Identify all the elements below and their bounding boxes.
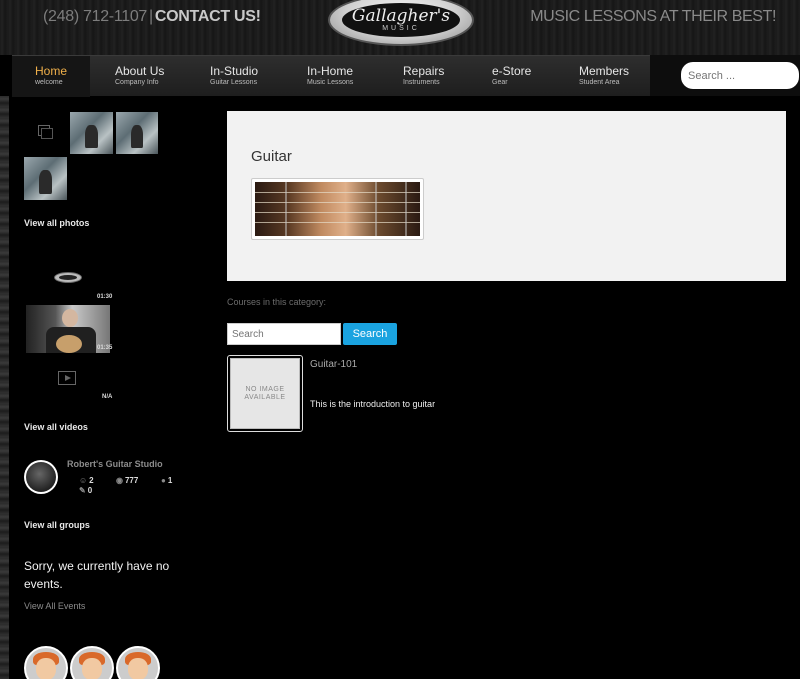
views-count: 777 — [124, 476, 139, 485]
comments-count: 1 — [167, 476, 173, 485]
eye-icon: ◉ — [116, 476, 123, 485]
comment-icon: ● — [161, 476, 166, 485]
contact-phone[interactable]: (248) 712-1107 | CONTACT US! — [43, 8, 261, 26]
nav-label: Home — [35, 64, 68, 78]
member-avatar[interactable] — [116, 646, 160, 679]
video-duration: 01:30 — [97, 294, 113, 300]
nav-item-e-store[interactable]: e-Store Gear — [492, 56, 562, 97]
group-views-stat: ◉ 777 — [116, 476, 138, 485]
nav-sublabel: Company Info — [115, 79, 159, 86]
nav-sublabel: Gear — [492, 79, 508, 86]
view-all-photos-link[interactable]: View all photos — [24, 218, 89, 228]
pencil-icon: ✎ — [79, 486, 86, 495]
members-icon: ☺ — [79, 476, 88, 485]
nav-sublabel: welcome — [35, 79, 63, 86]
nav-label: Members — [579, 64, 630, 78]
no-events-message: Sorry, we currently have no events. — [24, 559, 170, 591]
no-image-placeholder: NO IMAGE AVAILABLE — [230, 358, 300, 429]
photo-gallery-icon — [38, 125, 53, 139]
course-title-link[interactable]: Guitar-101 — [310, 359, 357, 370]
category-panel: Guitar — [227, 111, 786, 281]
view-all-groups-link[interactable]: View all groups — [24, 520, 90, 530]
nav-label: In-Home — [307, 64, 354, 78]
site-tagline: MUSIC LESSONS AT THEIR BEST! — [530, 8, 776, 25]
nav-sublabel: Guitar Lessons — [210, 79, 258, 86]
nav-item-home[interactable]: Home welcome — [12, 56, 90, 97]
phone-separator: | — [149, 8, 153, 25]
courses-label: Courses in this category: — [227, 297, 327, 307]
nav-item-in-studio[interactable]: In-Studio Guitar Lessons — [210, 56, 290, 97]
course-search-button[interactable]: Search — [343, 323, 397, 345]
members-count: 2 — [89, 476, 94, 485]
nav-label: About Us — [115, 64, 165, 78]
member-avatar[interactable] — [24, 646, 68, 679]
nav-item-about-us[interactable]: About Us Company Info — [115, 56, 195, 97]
member-avatar[interactable] — [70, 646, 114, 679]
photo-thumbnail[interactable] — [70, 112, 113, 154]
site-search-input[interactable] — [681, 62, 799, 89]
group-members-stat: ☺ 2 — [79, 476, 94, 485]
nav-item-in-home[interactable]: In-Home Music Lessons — [307, 56, 387, 97]
video-duration-na: N/A — [102, 394, 113, 400]
logo-sub-text: MUSIC — [382, 24, 420, 32]
nav-sublabel: Student Area — [579, 79, 620, 86]
group-avatar[interactable] — [24, 460, 58, 494]
course-description: This is the introduction to guitar — [310, 399, 436, 409]
view-all-videos-link[interactable]: View all videos — [24, 422, 88, 432]
view-all-events-link[interactable]: View All Events — [24, 601, 85, 611]
logo-inner: Gallagher's MUSIC — [342, 3, 460, 37]
nav-label: Repairs — [403, 64, 445, 78]
nav-label: e-Store — [492, 64, 532, 78]
guitar-fretboard-image — [255, 182, 420, 236]
group-edits-stat: ✎ 0 — [79, 486, 92, 495]
logo-script-text: Gallagher's — [351, 5, 451, 26]
phone-number: (248) 712-1107 — [43, 8, 148, 25]
video-play-icon[interactable] — [58, 371, 76, 385]
course-search-input[interactable] — [227, 323, 341, 345]
category-title: Guitar — [251, 148, 292, 165]
page-edge-texture — [0, 96, 9, 679]
nav-label: In-Studio — [210, 64, 259, 78]
photo-thumbnail[interactable] — [24, 157, 67, 200]
video-channel-logo — [54, 272, 82, 283]
category-image — [251, 178, 424, 240]
photo-thumbnail[interactable] — [116, 112, 158, 154]
group-name-link[interactable]: Robert's Guitar Studio — [67, 459, 163, 469]
edits-count: 0 — [87, 486, 93, 495]
video-duration: 01:35 — [97, 345, 113, 351]
course-thumbnail[interactable]: NO IMAGE AVAILABLE — [227, 355, 303, 432]
nav-sublabel: Instruments — [403, 79, 440, 86]
contact-us-link[interactable]: CONTACT US! — [155, 8, 261, 25]
group-comments-stat: ● 1 — [161, 476, 172, 485]
nav-item-repairs[interactable]: Repairs Instruments — [403, 56, 473, 97]
nav-item-members[interactable]: Members Student Area — [579, 56, 649, 97]
main-nav: Home welcome About Us Company Info In-St… — [12, 55, 650, 97]
nav-sublabel: Music Lessons — [307, 79, 354, 86]
